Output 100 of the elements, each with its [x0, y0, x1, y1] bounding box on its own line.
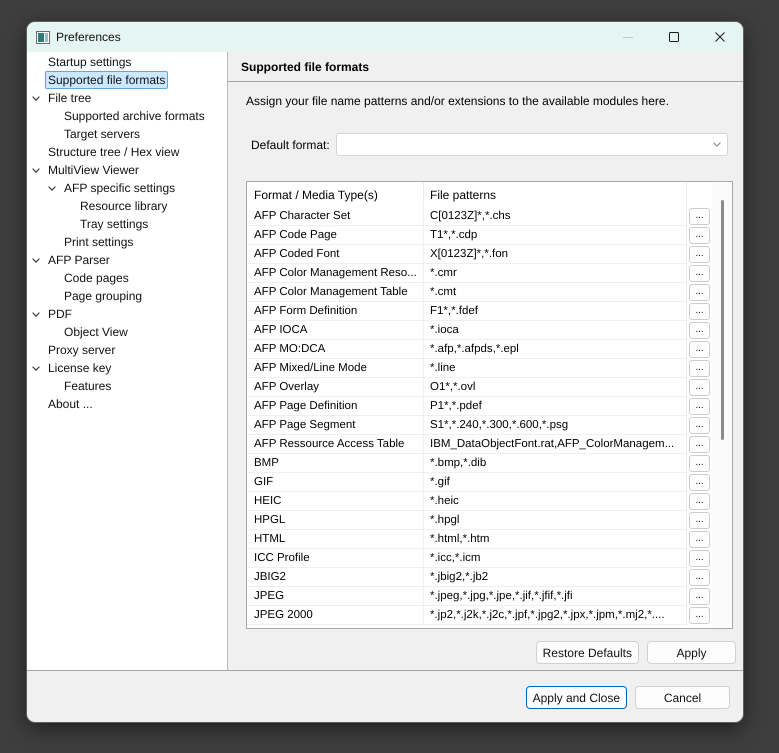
ellipsis-button[interactable]: ...: [689, 284, 710, 301]
ellipsis-button[interactable]: ...: [689, 588, 710, 605]
sidebar-item[interactable]: Code pages: [61, 269, 132, 287]
sidebar-item[interactable]: AFP specific settings: [61, 179, 178, 197]
app-icon: [36, 30, 50, 44]
sidebar-item[interactable]: Object View: [61, 323, 131, 341]
table-cell: HEIC: [247, 492, 424, 511]
ellipsis-button[interactable]: ...: [689, 607, 710, 624]
sidebar-item[interactable]: Supported file formats: [45, 71, 168, 89]
sidebar-item[interactable]: Target servers: [61, 125, 144, 143]
column-header: File patterns: [424, 182, 687, 207]
ellipsis-button[interactable]: ...: [689, 569, 710, 586]
sidebar-item[interactable]: License key: [45, 359, 114, 377]
sidebar-item[interactable]: About ...: [45, 395, 96, 413]
table-cell: AFP Character Set: [247, 207, 424, 226]
table-cell: HPGL: [247, 511, 424, 530]
table-cell: C[0123Z]*,*.chs: [424, 207, 687, 226]
chevron-down-icon[interactable]: [48, 186, 56, 190]
sidebar-item[interactable]: Features: [61, 377, 114, 395]
sidebar-item[interactable]: Page grouping: [61, 287, 146, 305]
table-cell: AFP Mixed/Line Mode: [247, 359, 424, 378]
field-label: Default format:: [251, 138, 331, 152]
table-cell: T1*,*.cdp: [424, 226, 687, 245]
ellipsis-button[interactable]: ...: [689, 512, 710, 529]
ellipsis-button[interactable]: ...: [689, 531, 710, 548]
table-cell: IBM_DataObjectFont.rat,AFP_ColorManagem...: [424, 435, 687, 454]
sidebar-item[interactable]: Startup settings: [45, 53, 134, 71]
table-cell: AFP Form Definition: [247, 302, 424, 321]
ellipsis-button[interactable]: ...: [689, 455, 710, 472]
ellipsis-button[interactable]: ...: [689, 474, 710, 491]
sidebar-item[interactable]: Structure tree / Hex view: [45, 143, 182, 161]
ellipsis-button[interactable]: ...: [689, 360, 710, 377]
ellipsis-button[interactable]: ...: [689, 379, 710, 396]
table-cell: *.cmr: [424, 264, 687, 283]
chevron-down-icon[interactable]: [32, 96, 40, 100]
ellipsis-button[interactable]: ...: [689, 246, 710, 263]
close-icon[interactable]: [715, 32, 725, 42]
sidebar-item[interactable]: AFP Parser: [45, 251, 113, 269]
chevron-down-icon[interactable]: [32, 258, 40, 262]
table-cell: AFP Page Segment: [247, 416, 424, 435]
table-cell: *.ioca: [424, 321, 687, 340]
table-cell: AFP Coded Font: [247, 245, 424, 264]
ellipsis-button[interactable]: ...: [689, 341, 710, 358]
table-cell: AFP IOCA: [247, 321, 424, 340]
table-cell: AFP Code Page: [247, 226, 424, 245]
table-cell: *.jbig2,*.jb2: [424, 568, 687, 587]
dialog-button[interactable]: Apply and Close: [526, 686, 627, 709]
table-cell: *.html,*.htm: [424, 530, 687, 549]
table-cell: AFP Color Management Table: [247, 283, 424, 302]
table-cell: AFP Ressource Access Table: [247, 435, 424, 454]
table-cell: AFP Overlay: [247, 378, 424, 397]
table-cell: HTML: [247, 530, 424, 549]
page-title: Supported file formats: [228, 52, 743, 82]
table-cell: *.cmt: [424, 283, 687, 302]
chevron-down-icon[interactable]: [32, 312, 40, 316]
description-text: Assign your file name patterns and/or extensions to the available modules here.: [246, 94, 670, 108]
table-cell: *.icc,*.icm: [424, 549, 687, 568]
maximize-icon[interactable]: [669, 32, 679, 42]
action-button[interactable]: Apply: [647, 641, 736, 664]
table-cell: *.afp,*.afpds,*.epl: [424, 340, 687, 359]
sidebar-item[interactable]: Proxy server: [45, 341, 118, 359]
table-cell: *.jp2,*.j2k,*.j2c,*.jpf,*.jpg2,*.jpx,*.jpm,*.mj2,*....: [424, 606, 687, 625]
ellipsis-button[interactable]: ...: [689, 398, 710, 415]
chevron-down-icon[interactable]: [32, 168, 40, 172]
dialog-button[interactable]: Cancel: [635, 686, 730, 709]
table-cell: JPEG: [247, 587, 424, 606]
column-header: Format / Media Type(s): [247, 182, 424, 207]
ellipsis-button[interactable]: ...: [689, 227, 710, 244]
table-cell: AFP Color Management Reso...: [247, 264, 424, 283]
ellipsis-button[interactable]: ...: [689, 493, 710, 510]
sidebar-item[interactable]: MultiView Viewer: [45, 161, 142, 179]
chevron-down-icon[interactable]: [32, 366, 40, 370]
sidebar-item[interactable]: PDF: [45, 305, 75, 323]
table-cell: *.gif: [424, 473, 687, 492]
ellipsis-button[interactable]: ...: [689, 436, 710, 453]
table-cell: O1*,*.ovl: [424, 378, 687, 397]
sidebar-item[interactable]: Supported archive formats: [61, 107, 208, 125]
table-cell: *.heic: [424, 492, 687, 511]
ellipsis-button[interactable]: ...: [689, 303, 710, 320]
scrollbar-thumb[interactable]: [721, 200, 724, 440]
ellipsis-button[interactable]: ...: [689, 550, 710, 567]
ellipsis-button[interactable]: ...: [689, 417, 710, 434]
window-title: Preferences: [56, 30, 121, 44]
table-cell: X[0123Z]*,*.fon: [424, 245, 687, 264]
action-button[interactable]: Restore Defaults: [536, 641, 639, 664]
chevron-down-icon: [713, 142, 721, 147]
ellipsis-button[interactable]: ...: [689, 208, 710, 225]
ellipsis-button[interactable]: ...: [689, 322, 710, 339]
table-cell: BMP: [247, 454, 424, 473]
table-cell: *.jpeg,*.jpg,*.jpe,*.jif,*.jfif,*.jfi: [424, 587, 687, 606]
table-cell: P1*,*.pdef: [424, 397, 687, 416]
sidebar-item[interactable]: Print settings: [61, 233, 136, 251]
table-cell: AFP Page Definition: [247, 397, 424, 416]
table-cell: JPEG 2000: [247, 606, 424, 625]
sidebar-item[interactable]: Resource library: [77, 197, 170, 215]
table-cell: *.bmp,*.dib: [424, 454, 687, 473]
ellipsis-button[interactable]: ...: [689, 265, 710, 282]
sidebar-item[interactable]: Tray settings: [77, 215, 152, 233]
sidebar-item[interactable]: File tree: [45, 89, 94, 107]
table-cell: *.hpgl: [424, 511, 687, 530]
